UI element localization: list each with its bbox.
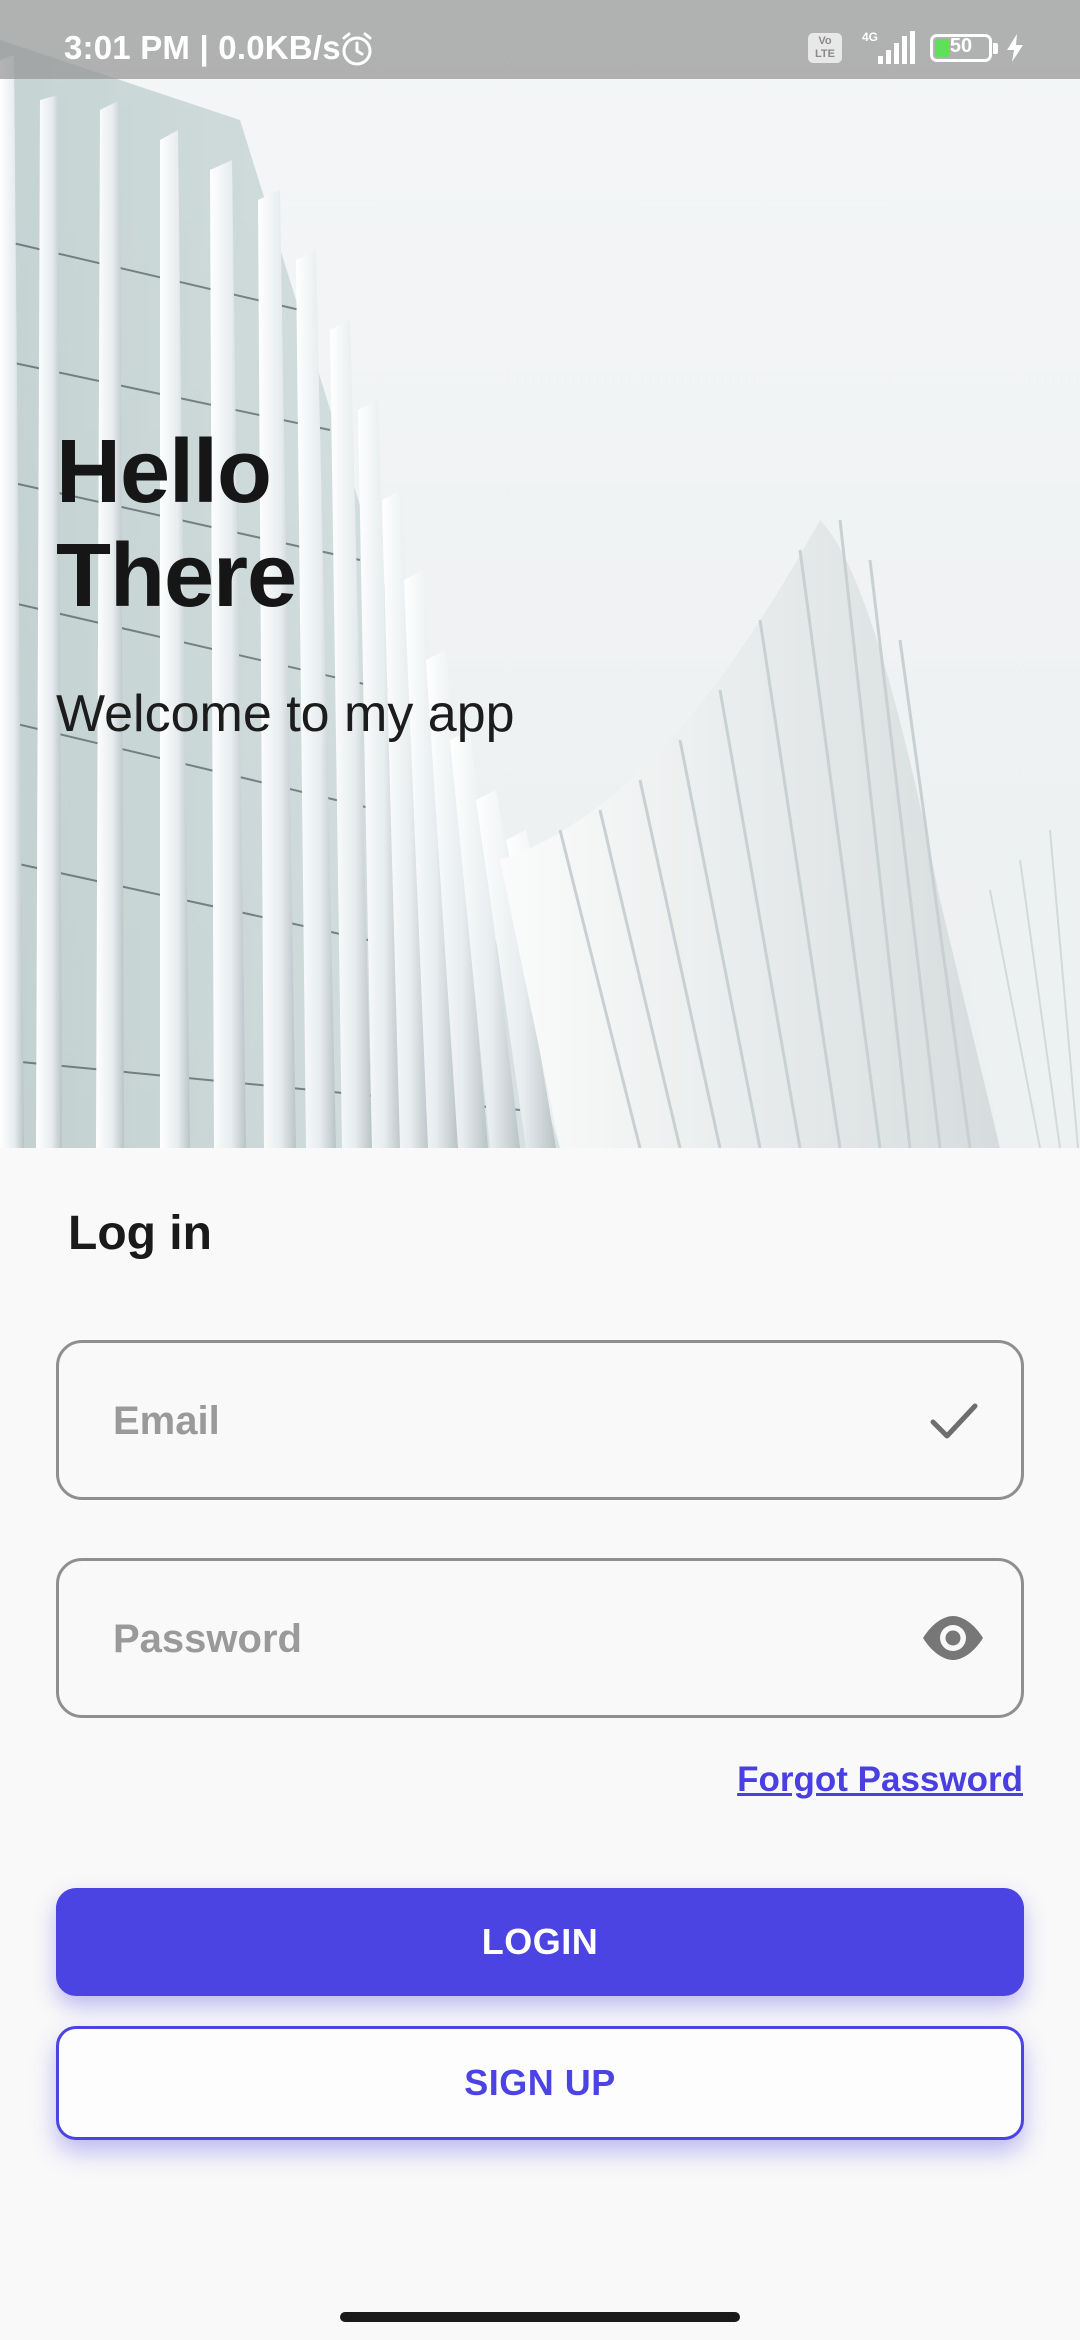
login-screen: 3:01 PM | 0.0KB/s Vo LTE 4G 50 Hello The… [0,0,1080,2340]
login-heading: Log in [68,1207,212,1260]
home-indicator[interactable] [340,2312,740,2322]
status-bar: 3:01 PM | 0.0KB/s Vo LTE 4G 50 [0,0,1080,79]
eye-icon[interactable] [921,1606,985,1670]
login-button[interactable]: LOGIN [56,1888,1024,1996]
hero-title: Hello There [56,420,297,628]
check-icon [930,1403,978,1439]
charging-icon [1007,34,1023,62]
hero-title-line1: Hello [56,422,272,522]
alarm-icon [342,32,372,66]
forgot-password-link[interactable]: Forgot Password [737,1760,1023,1800]
status-time: 3:01 PM | 0.0KB/s [64,29,341,66]
password-field[interactable] [56,1558,1024,1718]
svg-text:4G: 4G [862,30,878,44]
signup-button[interactable]: SIGN UP [56,2026,1024,2140]
battery-level: 50 [949,35,973,57]
hero-title-line2: There [56,526,297,626]
password-input[interactable] [111,1561,895,1717]
email-field[interactable] [56,1340,1024,1500]
hero-subtitle: Welcome to my app [56,685,515,743]
hero-background-image: 3:01 PM | 0.0KB/s Vo LTE 4G 50 Hello The… [0,0,1080,1148]
signal-icon: 4G [862,30,915,64]
email-input[interactable] [111,1343,895,1499]
volte-icon: Vo LTE [808,33,842,63]
battery-icon: 50 [930,34,998,62]
